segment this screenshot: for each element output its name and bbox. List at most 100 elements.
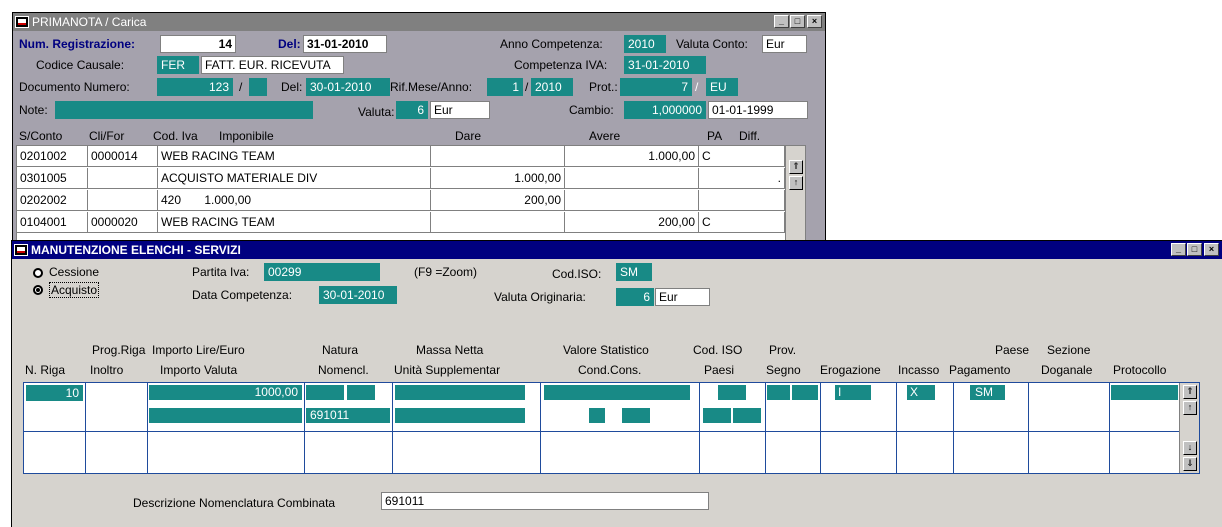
valuta-conto-label: Valuta Conto: <box>676 37 748 51</box>
valuta-orig-code-field[interactable]: 6 <box>616 288 654 306</box>
table-row[interactable]: 0201002 0000014 WEB RACING TEAM 1.000,00… <box>17 146 805 167</box>
piva-field[interactable]: 00299 <box>264 263 380 281</box>
servizi-scrollbar[interactable]: ⇑ ↑ ↓ ⇓ <box>1179 383 1199 473</box>
cell-desc[interactable]: ACQUISTO MATERIALE DIV <box>158 168 431 189</box>
maximize-icon[interactable]: □ <box>1187 243 1202 256</box>
cambio-field[interactable]: 1,000000 <box>624 101 706 119</box>
cell-pa[interactable]: C <box>699 212 785 233</box>
scroll-up-icon[interactable]: ↑ <box>789 176 803 190</box>
cessione-radio[interactable] <box>33 268 43 278</box>
cell-desc[interactable]: WEB RACING TEAM <box>158 212 431 233</box>
acquisto-radio[interactable] <box>33 285 43 295</box>
massa-field[interactable] <box>395 385 525 400</box>
cell-avere[interactable]: 200,00 <box>565 212 699 233</box>
cell-sconto[interactable]: 0202002 <box>17 190 88 211</box>
close-icon[interactable]: × <box>807 15 822 28</box>
prot-field[interactable]: 7 <box>620 78 692 96</box>
iso-3-field[interactable] <box>733 408 761 423</box>
scroll-top-icon[interactable]: ⇑ <box>789 160 803 174</box>
rif-mese-field[interactable]: 1 <box>487 78 523 96</box>
natura-code-value: 691011 <box>306 408 390 423</box>
servizi-table: 10 1000,00 691011 I X SM ⇑ ↑ ↓ ⇓ <box>23 382 1200 474</box>
incasso-field[interactable]: X <box>907 385 935 400</box>
cell-sconto[interactable]: 0201002 <box>17 146 88 167</box>
cell-clifor[interactable]: 0000020 <box>88 212 158 233</box>
natura-1-field[interactable] <box>306 385 344 400</box>
protocollo-field[interactable] <box>1111 385 1178 400</box>
cell-clifor[interactable] <box>88 190 158 211</box>
unita-field[interactable] <box>395 408 525 423</box>
valuta-field[interactable]: Eur <box>430 101 490 119</box>
minimize-icon[interactable]: _ <box>1171 243 1186 256</box>
data-comp-field[interactable]: 30-01-2010 <box>319 286 397 304</box>
valore-field[interactable] <box>544 385 690 400</box>
importo-valuta-field[interactable] <box>149 408 302 423</box>
natura-2-field[interactable] <box>347 385 375 400</box>
table-row[interactable]: 0202002 420 1.000,00 200,00 <box>17 190 805 211</box>
valuta-label: Valuta: <box>358 105 395 119</box>
iso-1-field[interactable] <box>718 385 746 400</box>
cell-dare[interactable] <box>431 212 565 233</box>
table-row[interactable]: 0301005 ACQUISTO MATERIALE DIV 1.000,00 … <box>17 168 805 189</box>
scroll-down-icon[interactable]: ↓ <box>1183 441 1197 455</box>
scroll-up-icon[interactable]: ↑ <box>1183 401 1197 415</box>
prov-1-field[interactable] <box>767 385 790 400</box>
cell-dare[interactable]: 200,00 <box>431 190 565 211</box>
num-reg-field[interactable]: 14 <box>160 35 236 53</box>
rif-anno-field[interactable]: 2010 <box>531 78 573 96</box>
header-prov2: Segno <box>766 363 801 377</box>
valuta-conto-field[interactable]: Eur <box>762 35 807 53</box>
table-row[interactable]: 0104001 0000020 WEB RACING TEAM 200,00 C <box>17 212 805 233</box>
cell-dare[interactable] <box>431 146 565 167</box>
close-icon[interactable]: × <box>1204 243 1219 256</box>
cell-clifor[interactable] <box>88 168 158 189</box>
nriga-field[interactable]: 10 <box>26 385 83 401</box>
erogazione-field[interactable]: I <box>835 385 871 400</box>
doc-del-label: Del: <box>281 80 303 94</box>
codiso-field[interactable]: SM <box>616 263 652 281</box>
natura-code-field[interactable]: 691011 <box>306 408 390 423</box>
num-reg-label: Num. Registrazione: <box>19 37 136 51</box>
cell-sconto[interactable]: 0104001 <box>17 212 88 233</box>
app-icon <box>15 16 29 28</box>
comp-iva-field[interactable]: 31-01-2010 <box>624 56 706 74</box>
doc-del-field[interactable]: 30-01-2010 <box>306 78 390 96</box>
desc-field[interactable]: 691011 <box>381 492 709 510</box>
data-comp-label: Data Competenza: <box>192 288 293 302</box>
cell-dare[interactable]: 1.000,00 <box>431 168 565 189</box>
doc-suffix-field[interactable] <box>249 78 267 96</box>
paese-field[interactable]: SM <box>970 385 1005 400</box>
cell-avere[interactable] <box>565 190 699 211</box>
cambio-label: Cambio: <box>569 103 614 117</box>
cell-desc[interactable]: WEB RACING TEAM <box>158 146 431 167</box>
cell-desc[interactable]: 420 1.000,00 <box>158 190 431 211</box>
cell-avere[interactable] <box>565 168 699 189</box>
importo-field[interactable]: 1000,00 <box>149 385 302 400</box>
scroll-top-icon[interactable]: ⇑ <box>1183 385 1197 399</box>
cell-pa[interactable]: C <box>699 146 785 167</box>
anno-comp-field[interactable]: 2010 <box>624 35 666 53</box>
valuta-orig-field[interactable]: Eur <box>655 288 710 306</box>
causale-desc-field[interactable]: FATT. EUR. RICEVUTA <box>201 56 344 74</box>
valuta-code-field[interactable]: 6 <box>396 101 428 119</box>
cell-clifor[interactable]: 0000014 <box>88 146 158 167</box>
cell-pa[interactable] <box>699 190 785 211</box>
cond-2-field[interactable] <box>622 408 650 423</box>
note-field[interactable] <box>55 101 313 119</box>
cell-sconto[interactable]: 0301005 <box>17 168 88 189</box>
minimize-icon[interactable]: _ <box>774 15 789 28</box>
cond-1-field[interactable] <box>589 408 605 423</box>
prov-2-field[interactable] <box>792 385 818 400</box>
cambio-date-field[interactable]: 01-01-1999 <box>708 101 808 119</box>
maximize-icon[interactable]: □ <box>790 15 805 28</box>
doc-num-field[interactable]: 123 <box>157 78 233 96</box>
scroll-bottom-icon[interactable]: ⇓ <box>1183 457 1197 471</box>
table-scrollbar[interactable]: ⇑ ↑ <box>785 146 805 240</box>
header-prot: Protocollo <box>1113 363 1167 377</box>
del-field[interactable]: 31-01-2010 <box>303 35 387 53</box>
causale-code-field[interactable]: FER <box>157 56 199 74</box>
cell-diff[interactable]: . <box>699 168 785 189</box>
prot-suffix-field[interactable]: EU <box>706 78 738 96</box>
iso-2-field[interactable] <box>703 408 731 423</box>
cell-avere[interactable]: 1.000,00 <box>565 146 699 167</box>
